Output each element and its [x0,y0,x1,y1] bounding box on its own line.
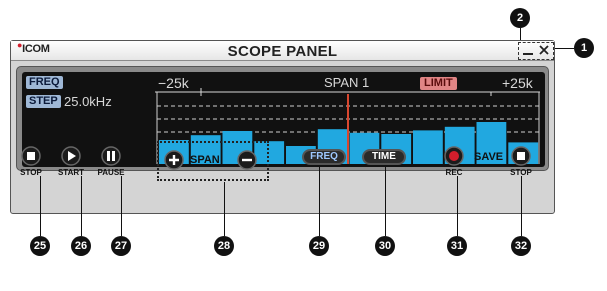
time-button[interactable]: TIME [362,149,406,165]
stop-icon [517,152,525,160]
callout-27: 27 [111,236,131,256]
callout-30-leader [385,166,386,236]
callout-1: 1 [574,38,594,58]
start-label: START [57,168,85,177]
close-button[interactable] [537,43,551,57]
record-icon [449,151,459,161]
callout-2: 2 [510,8,530,28]
callout-32-leader [521,176,522,236]
stop-button[interactable] [21,146,41,166]
callout-30: 30 [375,236,395,256]
span-label: SPAN [190,154,220,166]
scope-panel-window: ●ICOM SCOPE PANEL FREQ STEP 25.0kHz −25k… [10,40,555,214]
pause-icon [107,151,110,161]
span-increase-button[interactable] [164,150,184,170]
save-stop-button[interactable] [511,146,531,166]
callout-27-leader [121,176,122,236]
rec-label: REC [445,168,463,177]
callout-32: 32 [511,236,531,256]
callout-26-leader [81,176,82,236]
save-label: SAVE [474,151,504,163]
window-title: SCOPE PANEL [227,43,338,60]
callout-25-leader [40,176,41,236]
callout-25: 25 [30,236,50,256]
rec-button[interactable] [444,146,464,166]
scope-display-frame: FREQ STEP 25.0kHz −25k SPAN 1 LIMIT +25k [16,66,549,171]
span-decrease-button[interactable] [237,150,257,170]
stop-icon [27,152,35,160]
pause-button[interactable] [101,146,121,166]
callout-28-leader [224,182,225,236]
callout-26: 26 [71,236,91,256]
start-button[interactable] [61,146,81,166]
callout-1-leader [552,48,574,49]
title-bar: ●ICOM SCOPE PANEL [11,40,554,61]
callout-29: 29 [309,236,329,256]
callout-28: 28 [214,236,234,256]
callout-31-leader [457,176,458,236]
spectrum-bar [413,130,443,164]
stop-label: STOP [20,168,42,177]
freq-button[interactable]: FREQ [302,149,346,165]
minimize-button[interactable] [521,43,535,57]
close-icon [539,45,549,55]
minimize-icon [523,53,533,55]
pause-label: PAUSE [97,168,125,177]
callout-31: 31 [447,236,467,256]
callout-29-leader [319,166,320,236]
